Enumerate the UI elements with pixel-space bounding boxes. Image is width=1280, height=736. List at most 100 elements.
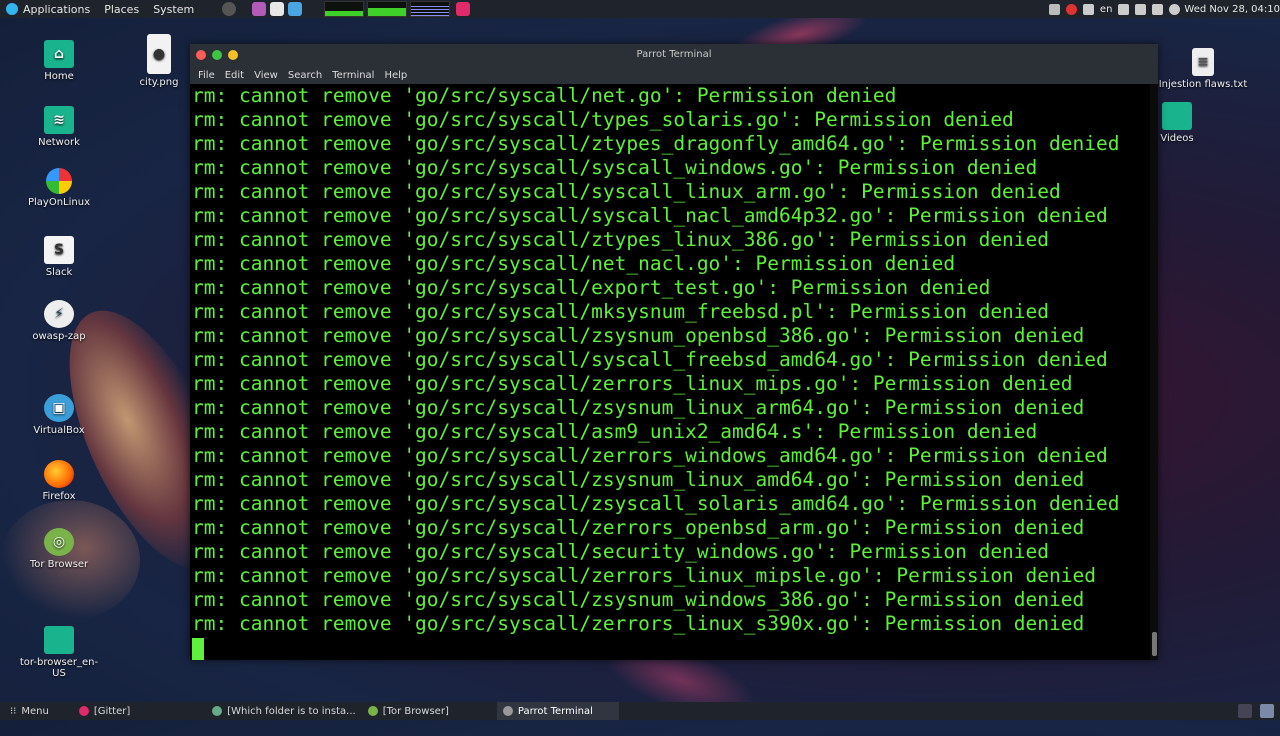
terminal-line: rm: cannot remove 'go/src/syscall/zerror…	[192, 612, 1085, 635]
taskbar-task-parrot-terminal[interactable]: Parrot Terminal	[496, 702, 619, 720]
playonlinux-icon	[46, 168, 72, 194]
browser-icon	[212, 706, 223, 716]
terminal-line: rm: cannot remove 'go/src/syscall/export…	[192, 276, 991, 299]
slack-icon: S	[44, 236, 74, 264]
terminal-line: rm: cannot remove 'go/src/syscall/zerror…	[192, 516, 1085, 539]
image-file-icon: ●	[147, 34, 171, 74]
menu-edit[interactable]: Edit	[225, 70, 244, 81]
desktop-icon-label: tor-browser_en-US	[19, 657, 99, 679]
terminal-scrollbar[interactable]	[1150, 84, 1158, 660]
terminal-line: rm: cannot remove 'go/src/syscall/zsysnu…	[192, 588, 1085, 611]
display-icon[interactable]	[1135, 3, 1147, 15]
folder-icon	[44, 626, 74, 654]
task-label: [Tor Browser]	[382, 705, 449, 717]
keyboard-layout-indicator[interactable]: en	[1100, 4, 1113, 15]
taskbar-menu-label: Menu	[21, 705, 49, 717]
owasp-zap-icon: ⚡	[44, 300, 74, 328]
bottom-taskbar: ⁝⁝ Menu [Gitter] [Which folder is to ins…	[0, 702, 1280, 720]
terminal-line: rm: cannot remove 'go/src/syscall/syscal…	[192, 156, 1038, 179]
terminal-line: rm: cannot remove 'go/src/syscall/zerror…	[192, 564, 1096, 587]
terminal-window[interactable]: Parrot Terminal File Edit View Search Te…	[190, 44, 1158, 660]
desktop-icon-home[interactable]: ⌂ Home	[14, 40, 104, 82]
terminal-line: rm: cannot remove 'go/src/syscall/zsysca…	[192, 492, 1120, 515]
terminal-titlebar[interactable]: Parrot Terminal	[190, 44, 1158, 66]
terminal-line: rm: cannot remove 'go/src/syscall/securi…	[192, 540, 1050, 563]
desktop-icon-label: PlayOnLinux	[27, 197, 90, 208]
folder-home-icon: ⌂	[44, 40, 74, 68]
system-tray: en Wed Nov 28, 04:10	[1043, 0, 1280, 18]
taskbar-task-which-folder[interactable]: [Which folder is to insta...	[206, 702, 361, 720]
parrot-logo-icon[interactable]	[6, 3, 18, 15]
desktop-icon-label: VirtualBox	[33, 425, 85, 436]
terminal-output[interactable]: rm: cannot remove 'go/src/syscall/net.go…	[190, 84, 1150, 660]
tor-browser-icon: ◎	[44, 528, 74, 556]
task-label: [Gitter]	[93, 705, 131, 717]
desktop-icon-label: owasp-zap	[32, 331, 86, 342]
taskbar-task-tor-browser[interactable]: [Tor Browser]	[362, 702, 455, 720]
videos-folder-icon	[1162, 102, 1192, 130]
terminal-line: rm: cannot remove 'go/src/syscall/zsysnu…	[192, 468, 1085, 491]
applications-menu[interactable]: Applications	[23, 3, 90, 16]
desktop-icon-firefox[interactable]: Firefox	[14, 460, 104, 502]
task-label: [Which folder is to insta...	[227, 705, 356, 717]
updates-icon[interactable]	[1048, 3, 1060, 15]
window-title: Parrot Terminal	[636, 49, 712, 60]
menu-terminal[interactable]: Terminal	[332, 70, 374, 81]
desktop-icon-tor-browser-folder[interactable]: tor-browser_en-US	[14, 626, 104, 679]
record-icon[interactable]	[1065, 3, 1077, 15]
menu-help[interactable]: Help	[384, 70, 407, 81]
desktop-icon-injestion-flaws[interactable]: ≡ Injestion flaws.txt	[1158, 48, 1248, 90]
desktop-icon-slack[interactable]: S Slack	[14, 236, 104, 278]
terminal-line: rm: cannot remove 'go/src/syscall/mksysn…	[192, 300, 1050, 323]
task-label: Parrot Terminal	[517, 705, 593, 717]
text-file-icon: ≡	[1192, 48, 1214, 76]
desktop-icon-owasp-zap[interactable]: ⚡ owasp-zap	[14, 300, 104, 342]
show-desktop-icon[interactable]	[1238, 704, 1252, 718]
slack-launcher-icon[interactable]	[270, 2, 285, 16]
terminal-line: rm: cannot remove 'go/src/syscall/zsysnu…	[192, 396, 1085, 419]
desktop-icon-network[interactable]: ≋ Network	[14, 106, 104, 148]
terminal-cursor	[192, 638, 204, 660]
desktop-icon-virtualbox[interactable]: ▣ VirtualBox	[14, 394, 104, 436]
terminal-line: rm: cannot remove 'go/src/syscall/zerror…	[192, 372, 1073, 395]
terminal-line: rm: cannot remove 'go/src/syscall/net_na…	[192, 252, 956, 275]
terminal-launcher-icon[interactable]	[222, 2, 237, 16]
menu-file[interactable]: File	[198, 70, 215, 81]
grid-icon: ⁝⁝	[10, 705, 17, 717]
firefox-icon	[44, 460, 74, 488]
terminal-icon	[502, 706, 513, 716]
terminal-line: rm: cannot remove 'go/src/syscall/asm9_u…	[192, 420, 1038, 443]
menu-search[interactable]: Search	[288, 70, 322, 81]
terminal-line: rm: cannot remove 'go/src/syscall/ztypes…	[192, 132, 1120, 155]
desktop-icon-tor-browser[interactable]: ◎ Tor Browser	[14, 528, 104, 570]
terminal-menubar: File Edit View Search Terminal Help	[190, 66, 1158, 84]
desktop-icon-label: Firefox	[42, 491, 76, 502]
terminal-line: rm: cannot remove 'go/src/syscall/syscal…	[192, 180, 1061, 203]
taskbar-task-gitter[interactable]: [Gitter]	[73, 702, 136, 720]
system-menu[interactable]: System	[153, 3, 194, 16]
virtualbox-launcher-icon[interactable]	[288, 2, 303, 16]
terminal-line: rm: cannot remove 'go/src/syscall/zerror…	[192, 444, 1108, 467]
camera-icon[interactable]	[1082, 3, 1094, 15]
workspace-switcher-icon[interactable]	[1260, 704, 1274, 718]
terminal-line: rm: cannot remove 'go/src/syscall/syscal…	[192, 348, 1108, 371]
desktop-icon-label: Tor Browser	[29, 559, 89, 570]
clock[interactable]: Wed Nov 28, 04:10	[1184, 4, 1280, 15]
desktop-icon-label: Slack	[45, 267, 73, 278]
network-icon[interactable]	[1118, 3, 1130, 15]
notes-launcher-icon[interactable]	[252, 2, 267, 16]
taskbar-tray	[1230, 704, 1274, 718]
places-menu[interactable]: Places	[104, 3, 139, 16]
terminal-line: rm: cannot remove 'go/src/syscall/zsysnu…	[192, 324, 1085, 347]
desktop-icon-playonlinux[interactable]: PlayOnLinux	[14, 168, 104, 208]
taskbar-menu-button[interactable]: ⁝⁝ Menu	[4, 702, 55, 720]
volume-icon[interactable]	[1152, 3, 1164, 15]
terminal-line: rm: cannot remove 'go/src/syscall/syscal…	[192, 204, 1108, 227]
cpu-monitor-graph	[324, 1, 365, 17]
tor-icon	[367, 706, 378, 716]
desktop-icon-label: Network	[38, 137, 80, 148]
network-monitor-graph	[410, 1, 451, 17]
scrollbar-thumb[interactable]	[1152, 632, 1157, 656]
gitter-launcher-icon[interactable]	[456, 2, 471, 16]
menu-view[interactable]: View	[254, 70, 278, 81]
